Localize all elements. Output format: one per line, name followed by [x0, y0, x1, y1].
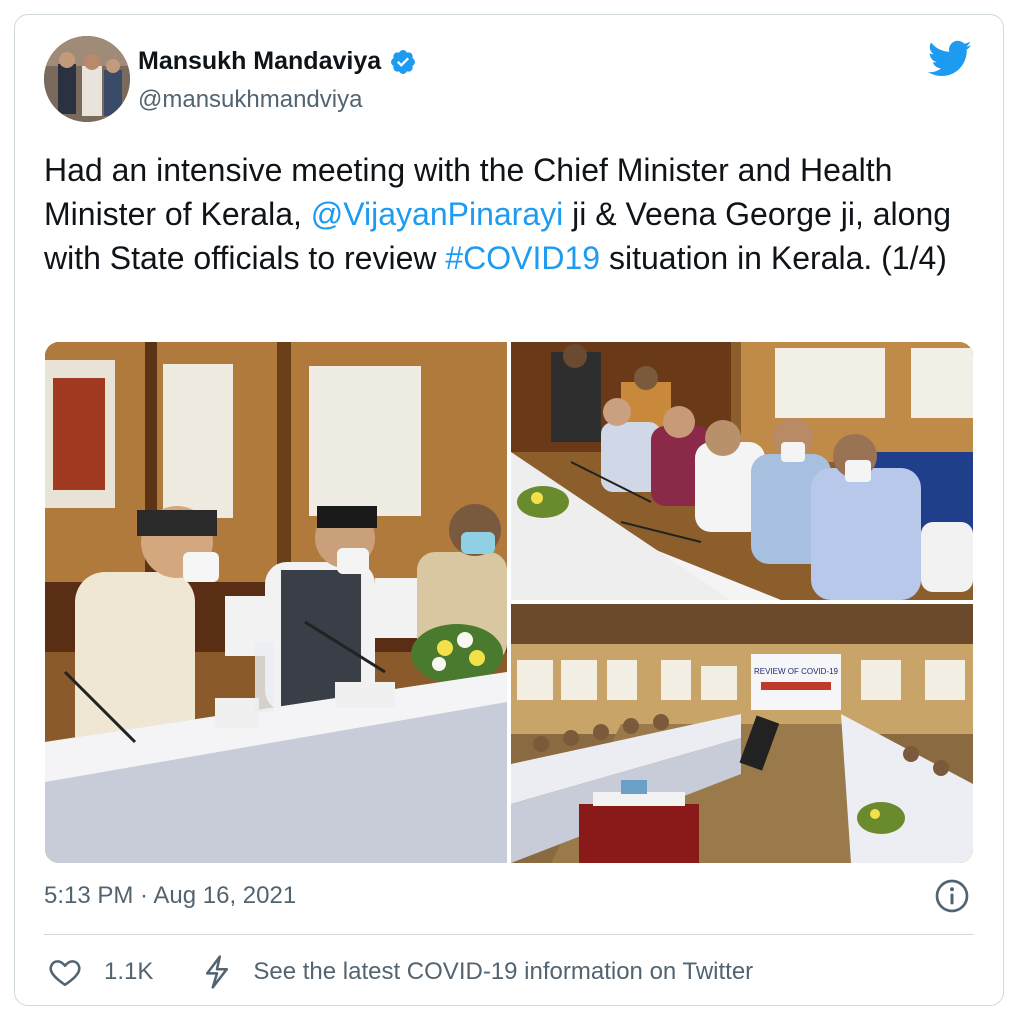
tweet-text: Had an intensive meeting with the Chief … [44, 148, 974, 280]
mention-link[interactable]: @VijayanPinarayi [311, 196, 563, 232]
photo-sign-title: REVIEW OF COVID-19 [754, 667, 839, 676]
heart-icon[interactable] [48, 955, 82, 989]
tweet-text-part: situation in Kerala. (1/4) [600, 240, 947, 276]
bolt-icon [206, 955, 229, 989]
tweet-actions: 1.1K See the latest COVID-19 information… [48, 952, 753, 992]
avatar[interactable] [44, 36, 130, 122]
author-handle[interactable]: @mansukhmandviya [138, 86, 362, 114]
author-name[interactable]: Mansukh Mandaviya [138, 47, 381, 76]
avatar-image [44, 36, 130, 122]
tweet-timestamp[interactable]: 5:13 PM · Aug 16, 2021 [44, 882, 296, 910]
verified-badge-icon [391, 49, 416, 74]
photo-meeting-hall[interactable]: REVIEW OF COVID-19 [511, 604, 973, 863]
info-icon[interactable] [934, 878, 970, 914]
divider [44, 934, 974, 935]
like-count[interactable]: 1.1K [104, 958, 153, 986]
photo-meeting-officials[interactable] [511, 342, 973, 600]
media-grid: REVIEW OF COVID-19 [45, 342, 973, 863]
twitter-bird-icon[interactable] [928, 40, 972, 78]
hashtag-link[interactable]: #COVID19 [445, 240, 600, 276]
photo-meeting-closeup[interactable] [45, 342, 507, 863]
covid-info-link[interactable]: See the latest COVID-19 information on T… [253, 958, 753, 986]
author-name-row[interactable]: Mansukh Mandaviya [138, 47, 417, 76]
